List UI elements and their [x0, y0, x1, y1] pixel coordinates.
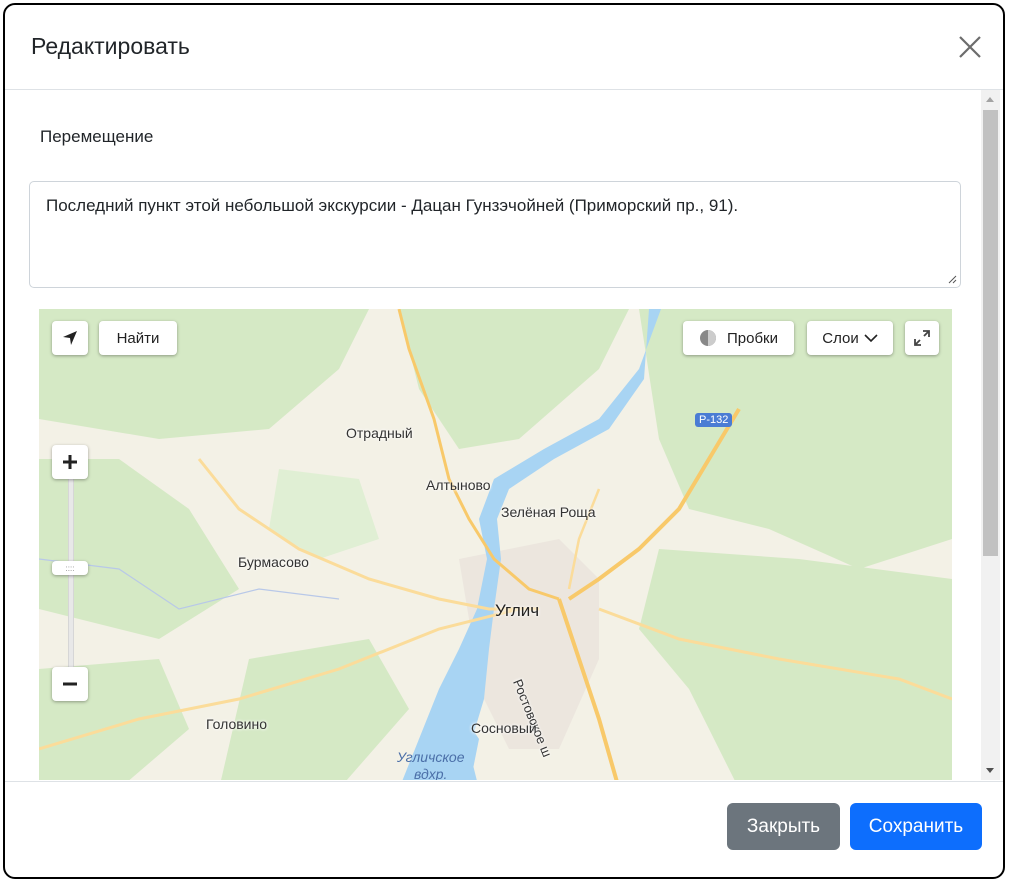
minus-icon[interactable]: [52, 667, 88, 701]
traffic-label: Пробки: [727, 329, 778, 347]
scroll-down-icon[interactable]: [986, 768, 994, 773]
resize-handle-icon[interactable]: [947, 274, 957, 284]
layers-label: Слои: [822, 329, 859, 347]
place-burmasovo: Бурмасово: [238, 554, 309, 570]
road-shield: Р-132: [695, 413, 733, 427]
save-button[interactable]: Сохранить: [850, 803, 982, 850]
expand-icon[interactable]: [905, 321, 939, 355]
reservoir-line2: вдхр.: [414, 766, 448, 780]
dialog-footer: Закрыть Сохранить: [5, 781, 1003, 877]
dialog-title: Редактировать: [31, 33, 190, 59]
field-label: Перемещение: [40, 127, 154, 146]
layers-button[interactable]: Слои: [807, 321, 893, 355]
description-textarea[interactable]: Последний пункт этой небольшой экскурсии…: [29, 181, 961, 288]
traffic-button[interactable]: Пробки: [683, 321, 794, 355]
dialog-header: Редактировать: [5, 5, 1003, 90]
description-text: Последний пункт этой небольшой экскурсии…: [46, 196, 739, 215]
reservoir-line1: Угличское: [397, 749, 465, 765]
map-canvas[interactable]: [39, 309, 952, 780]
edit-dialog: Редактировать Перемещение Последний пунк…: [3, 3, 1005, 879]
place-golovino: Головино: [206, 716, 268, 732]
place-otradny: Отрадный: [346, 425, 413, 441]
chevron-down-icon: [864, 334, 878, 343]
find-button[interactable]: Найти: [99, 321, 177, 355]
place-sosnovy: Сосновый: [471, 720, 537, 736]
map[interactable]: Найти Пробки Слои :::: Отрадный Алтыново…: [39, 309, 952, 780]
scrollbar-thumb[interactable]: [983, 110, 998, 556]
place-zelenaya-roscha: Зелёная Роща: [501, 504, 596, 520]
close-icon[interactable]: [957, 34, 983, 60]
plus-icon[interactable]: [52, 445, 88, 479]
zoom-slider-handle[interactable]: ::::: [52, 561, 88, 575]
close-button[interactable]: Закрыть: [727, 803, 840, 850]
place-uglich: Углич: [495, 601, 540, 620]
place-altynovo: Алтыново: [426, 477, 491, 493]
navigation-arrow-icon[interactable]: [52, 321, 88, 355]
traffic-light-icon: [700, 330, 716, 346]
scroll-up-icon[interactable]: [986, 97, 994, 102]
dialog-body: Перемещение Последний пункт этой небольш…: [5, 90, 981, 780]
scrollbar[interactable]: [981, 90, 1000, 780]
place-reservoir: Угличское вдхр.: [397, 749, 465, 780]
